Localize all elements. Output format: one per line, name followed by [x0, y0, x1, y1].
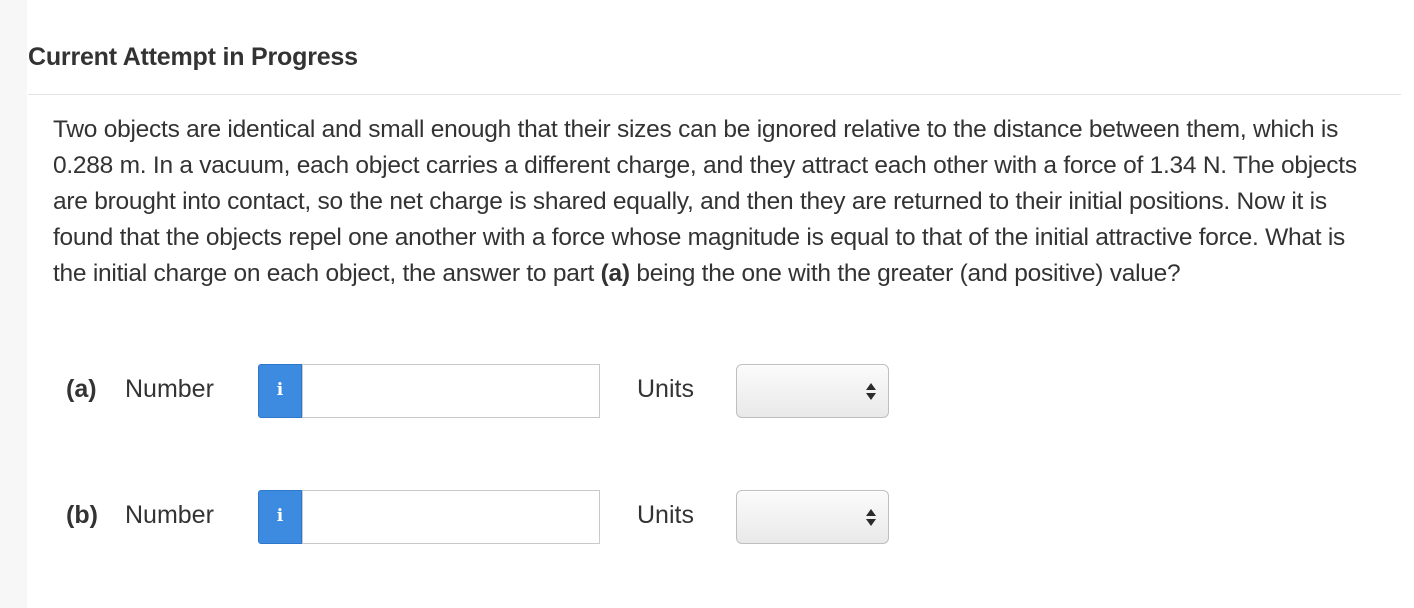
- question-part-ref: (a): [600, 260, 630, 287]
- units-select-b[interactable]: [736, 490, 889, 544]
- answer-row-a: (a) Number i Units: [53, 363, 953, 419]
- arrow-down-icon: [866, 519, 876, 526]
- info-button-a[interactable]: i: [258, 364, 302, 418]
- header-divider: [28, 94, 1401, 95]
- left-margin-strip: [0, 0, 27, 608]
- number-input-a[interactable]: [302, 364, 600, 418]
- number-label-b: Number: [125, 501, 214, 529]
- number-input-b[interactable]: [302, 490, 600, 544]
- units-label-b: Units: [637, 501, 694, 529]
- select-arrows-icon: [866, 381, 876, 403]
- part-label-a: (a): [66, 375, 97, 403]
- page-title: Current Attempt in Progress: [28, 43, 358, 71]
- units-label-a: Units: [637, 375, 694, 403]
- arrow-up-icon: [866, 509, 876, 516]
- question-text-end: being the one with the greater (and posi…: [629, 260, 1181, 287]
- part-label-b: (b): [66, 501, 98, 529]
- arrow-up-icon: [866, 383, 876, 390]
- arrow-down-icon: [866, 393, 876, 400]
- units-select-a[interactable]: [736, 364, 889, 418]
- page: Current Attempt in Progress Two objects …: [0, 0, 1414, 608]
- answer-row-b: (b) Number i Units: [53, 489, 953, 545]
- question-text: Two objects are identical and small enou…: [53, 112, 1383, 292]
- number-label-a: Number: [125, 375, 214, 403]
- info-icon: i: [276, 506, 284, 526]
- select-arrows-icon: [866, 507, 876, 529]
- info-icon: i: [276, 380, 284, 400]
- info-button-b[interactable]: i: [258, 490, 302, 544]
